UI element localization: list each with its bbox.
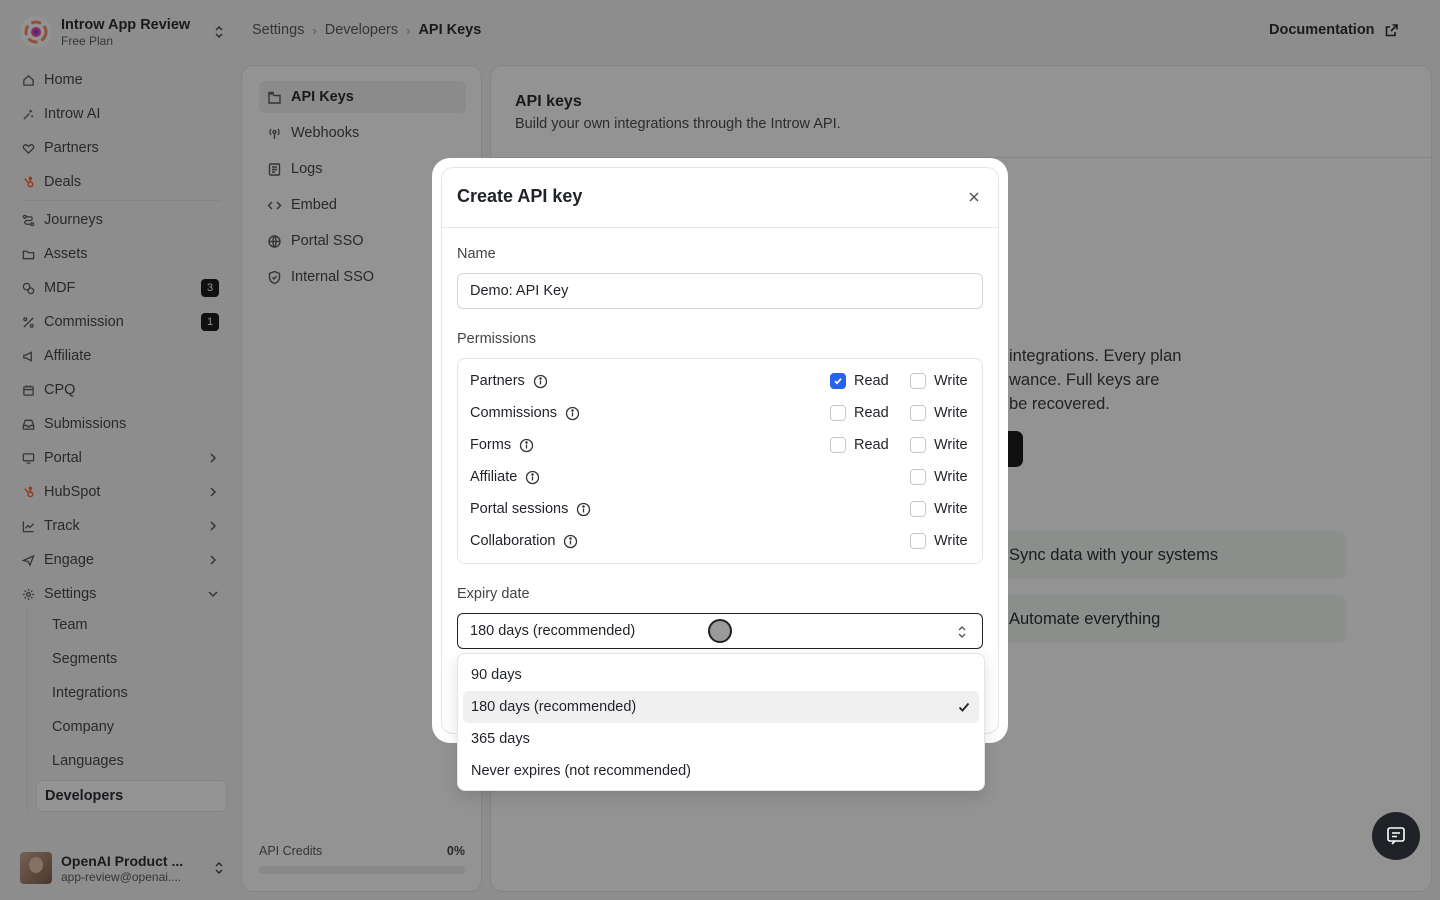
chat-icon — [1387, 827, 1405, 845]
option-label: Never expires (not recommended) — [471, 763, 692, 779]
checkbox-label: Write — [934, 501, 968, 517]
write-checkbox[interactable]: Write — [910, 373, 968, 389]
permission-row: Affiliate Write — [458, 461, 982, 493]
permission-name: Forms — [470, 437, 534, 453]
checkbox-label: Write — [934, 373, 968, 389]
info-icon[interactable] — [563, 534, 578, 549]
write-checkbox[interactable]: Write — [910, 533, 968, 549]
permission-name: Affiliate — [470, 469, 540, 485]
checkbox-label: Read — [854, 373, 889, 389]
permission-label: Affiliate — [470, 469, 518, 485]
checkbox-label: Read — [854, 437, 889, 453]
dialog-title: Create API key — [457, 186, 583, 206]
option-label: 90 days — [471, 667, 522, 683]
checkbox-label: Write — [934, 437, 968, 453]
read-checkbox[interactable]: Read — [830, 437, 889, 453]
permission-label: Forms — [470, 437, 512, 453]
info-icon[interactable] — [525, 470, 540, 485]
permissions-label: Permissions — [457, 331, 536, 347]
permission-name: Collaboration — [470, 533, 578, 549]
checkbox-label: Read — [854, 405, 889, 421]
checkbox-label: Write — [934, 469, 968, 485]
checkbox[interactable] — [910, 405, 926, 421]
close-icon[interactable] — [966, 189, 982, 205]
info-icon[interactable] — [576, 502, 591, 517]
expiry-option[interactable]: 90 days — [463, 659, 979, 691]
chat-button[interactable] — [1372, 812, 1420, 860]
dialog-divider — [441, 227, 999, 228]
permission-row: Commissions Read Write — [458, 397, 982, 429]
name-label: Name — [457, 246, 496, 262]
read-checkbox[interactable]: Read — [830, 373, 889, 389]
permission-name: Partners — [470, 373, 548, 389]
permissions-box: Partners Read Write Commissions Read Write For… — [457, 358, 983, 564]
checkbox[interactable] — [910, 437, 926, 453]
permission-label: Partners — [470, 373, 525, 389]
checkbox[interactable] — [910, 533, 926, 549]
permission-label: Commissions — [470, 405, 558, 421]
expiry-select-value: 180 days (recommended) — [470, 623, 636, 639]
checkbox[interactable] — [830, 437, 846, 453]
permission-row: Forms Read Write — [458, 429, 982, 461]
permission-row: Collaboration Write — [458, 525, 982, 557]
checkbox[interactable] — [830, 373, 846, 389]
option-label: 365 days — [471, 731, 530, 747]
write-checkbox[interactable]: Write — [910, 469, 968, 485]
expiry-label: Expiry date — [457, 586, 530, 602]
expiry-option[interactable]: 180 days (recommended) — [463, 691, 979, 723]
permission-name: Commissions — [470, 405, 580, 421]
checkbox[interactable] — [910, 501, 926, 517]
permission-name: Portal sessions — [470, 501, 591, 517]
chevron-up-down-icon — [958, 626, 966, 638]
write-checkbox[interactable]: Write — [910, 437, 968, 453]
checkbox-label: Write — [934, 533, 968, 549]
name-input[interactable] — [457, 273, 983, 309]
expiry-option[interactable]: 365 days — [463, 723, 979, 755]
permission-row: Partners Read Write — [458, 365, 982, 397]
checkbox[interactable] — [830, 405, 846, 421]
expiry-option[interactable]: Never expires (not recommended) — [463, 755, 979, 787]
permission-row: Portal sessions Write — [458, 493, 982, 525]
expiry-dropdown: 90 days 180 days (recommended) 365 days Nev… — [457, 653, 985, 791]
info-icon[interactable] — [533, 374, 548, 389]
info-icon[interactable] — [519, 438, 534, 453]
mouse-cursor — [708, 619, 732, 643]
option-label: 180 days (recommended) — [471, 699, 637, 715]
permission-label: Collaboration — [470, 533, 556, 549]
check-icon — [958, 702, 970, 712]
read-checkbox[interactable]: Read — [830, 405, 889, 421]
info-icon[interactable] — [565, 406, 580, 421]
checkbox[interactable] — [910, 469, 926, 485]
write-checkbox[interactable]: Write — [910, 405, 968, 421]
checkbox[interactable] — [910, 373, 926, 389]
write-checkbox[interactable]: Write — [910, 501, 968, 517]
checkbox-label: Write — [934, 405, 968, 421]
permission-label: Portal sessions — [470, 501, 569, 517]
